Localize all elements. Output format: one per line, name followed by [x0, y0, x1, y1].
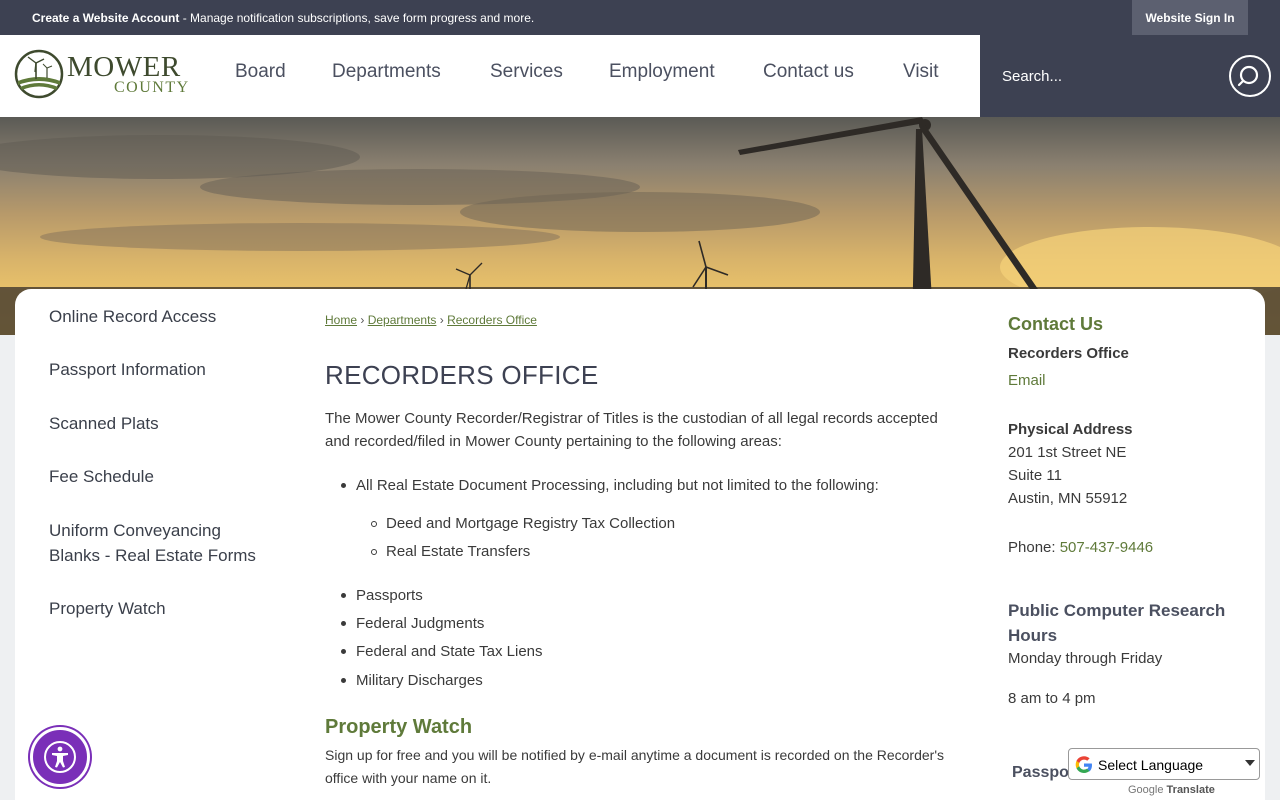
sub-bullet-icon [371, 521, 377, 527]
list-item: All Real Estate Document Processing, inc… [356, 477, 879, 494]
language-select[interactable]: Select Language [1068, 748, 1260, 780]
nav-contact-us[interactable]: Contact us [763, 61, 854, 83]
contact-us-heading: Contact Us [1008, 314, 1104, 334]
list-item: Federal and State Tax Liens [356, 643, 543, 660]
create-account-message[interactable]: Create a Website Account - Manage notifi… [32, 11, 534, 25]
search-button[interactable] [1229, 55, 1271, 97]
create-account-link[interactable]: Create a Website Account [32, 11, 179, 25]
nav-departments[interactable]: Departments [332, 61, 441, 83]
nav-employment[interactable]: Employment [609, 61, 715, 83]
bullet-icon [341, 593, 346, 598]
address-line: Austin, MN 55912 [1008, 490, 1128, 507]
address-line: Suite 11 [1008, 467, 1062, 484]
bullet-icon [341, 483, 346, 488]
sub-list-item: Deed and Mortgage Registry Tax Collectio… [386, 515, 676, 532]
google-g-icon [1075, 756, 1092, 773]
sub-list-item: Real Estate Transfers [386, 543, 531, 560]
accessibility-icon [44, 741, 76, 773]
create-account-desc: - Manage notification subscriptions, sav… [179, 11, 535, 25]
wind-turbine-logo-icon [14, 49, 64, 99]
intro-paragraph: The Mower County Recorder/Registrar of T… [325, 410, 938, 450]
search-input[interactable] [1002, 61, 1202, 91]
sidenav-property-watch[interactable]: Property Watch [49, 596, 166, 621]
research-hours-heading: Public Computer Research Hours [1008, 601, 1226, 645]
sidenav-fee-schedule[interactable]: Fee Schedule [49, 464, 154, 489]
address-line: 201 1st Street NE [1008, 444, 1127, 461]
breadcrumb: Home › Departments › Recorders Office [325, 313, 537, 327]
sidenav-scanned-plats[interactable]: Scanned Plats [49, 411, 159, 436]
accessibility-button[interactable] [30, 727, 90, 787]
breadcrumb-separator: › [439, 313, 444, 327]
breadcrumb-recorders-office[interactable]: Recorders Office [447, 313, 537, 327]
list-item: Passports [356, 587, 423, 604]
hours-days: Monday through Friday [1008, 650, 1163, 667]
page-title: RECORDERS OFFICE [325, 360, 599, 390]
breadcrumb-home[interactable]: Home [325, 313, 357, 327]
sidenav-online-record-access[interactable]: Online Record Access [49, 304, 216, 329]
breadcrumb-separator: › [360, 313, 365, 327]
select-language-label: Select Language [1098, 757, 1204, 773]
logo-word-county: COUNTY [114, 79, 190, 96]
search-area [980, 35, 1280, 117]
hours-time: 8 am to 4 pm [1008, 690, 1096, 707]
contact-email-link[interactable]: Email [1008, 372, 1046, 389]
powered-by-google-translate[interactable]: Google Translate [1128, 784, 1215, 796]
bullet-icon [341, 678, 346, 683]
nav-visit[interactable]: Visit [903, 61, 939, 83]
sidenav-uniform-conveyancing[interactable]: Uniform Conveyancing [49, 518, 221, 543]
mower-county-logo[interactable]: MOWER COUNTY [14, 49, 189, 101]
site-header: MOWER COUNTY Board Departments Services … [0, 35, 980, 117]
website-sign-in-button[interactable]: Website Sign In [1132, 0, 1248, 35]
nav-board[interactable]: Board [235, 61, 286, 83]
phone-link[interactable]: 507-437-9446 [1060, 539, 1153, 556]
search-icon [1237, 65, 1259, 87]
nav-services[interactable]: Services [490, 61, 563, 83]
bullet-icon [341, 621, 346, 626]
bullet-icon [341, 649, 346, 654]
list-item: Military Discharges [356, 672, 483, 689]
sub-bullet-icon [371, 549, 377, 555]
list-item: Federal Judgments [356, 615, 485, 632]
translate-link[interactable]: Translate [1167, 784, 1215, 796]
property-watch-text: Sign up for free and you will be notifie… [325, 747, 945, 786]
chevron-down-icon [1245, 760, 1255, 766]
top-bar: Create a Website Account - Manage notifi… [0, 0, 1280, 35]
phone-row: Phone: 507-437-9446 [1008, 539, 1153, 556]
contact-office-name: Recorders Office [1008, 345, 1129, 362]
property-watch-heading: Property Watch [325, 716, 473, 738]
physical-address-label: Physical Address [1008, 421, 1133, 438]
breadcrumb-departments[interactable]: Departments [368, 313, 437, 327]
sidenav-uniform-conveyancing-line2[interactable]: Blanks - Real Estate Forms [49, 543, 256, 568]
google-wordmark: Google [1128, 784, 1164, 796]
phone-label: Phone: [1008, 539, 1060, 556]
sidenav-passport-information[interactable]: Passport Information [49, 357, 206, 382]
